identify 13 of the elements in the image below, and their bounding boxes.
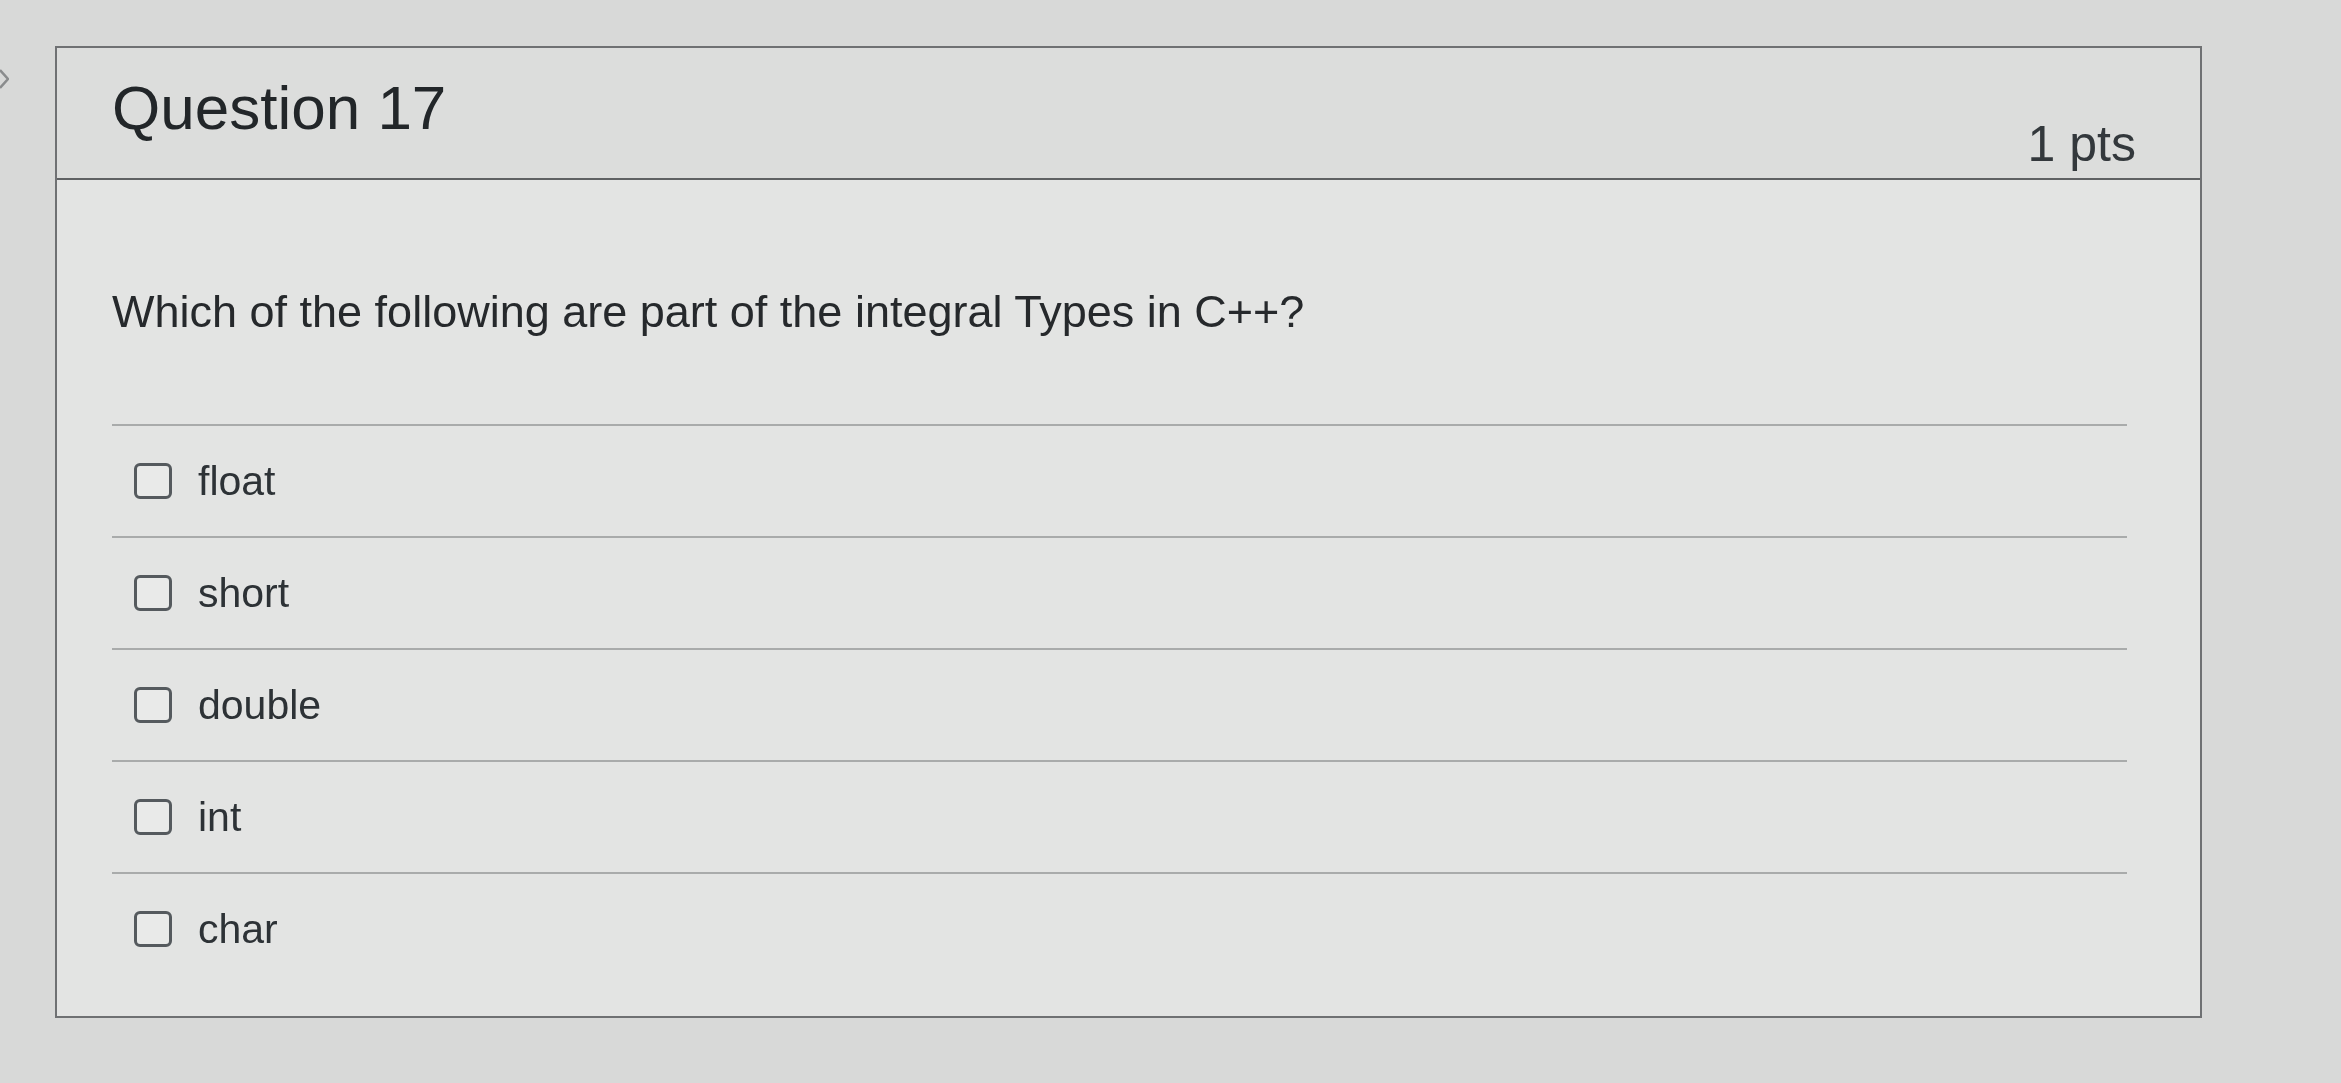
checkbox[interactable] xyxy=(134,911,172,947)
points-label: 1 pts xyxy=(2027,115,2136,174)
question-title: Question 17 xyxy=(112,72,447,144)
checkbox[interactable] xyxy=(134,799,172,835)
option-label: float xyxy=(198,457,276,506)
checkbox[interactable] xyxy=(134,687,172,723)
question-text: Which of the following are part of the integral Types in C++? xyxy=(112,285,1306,339)
option-label: int xyxy=(198,793,242,842)
option-label: short xyxy=(198,569,290,618)
option-label: double xyxy=(198,681,322,730)
checkbox[interactable] xyxy=(134,463,172,499)
option-label: char xyxy=(198,905,278,954)
checkbox[interactable] xyxy=(134,575,172,611)
